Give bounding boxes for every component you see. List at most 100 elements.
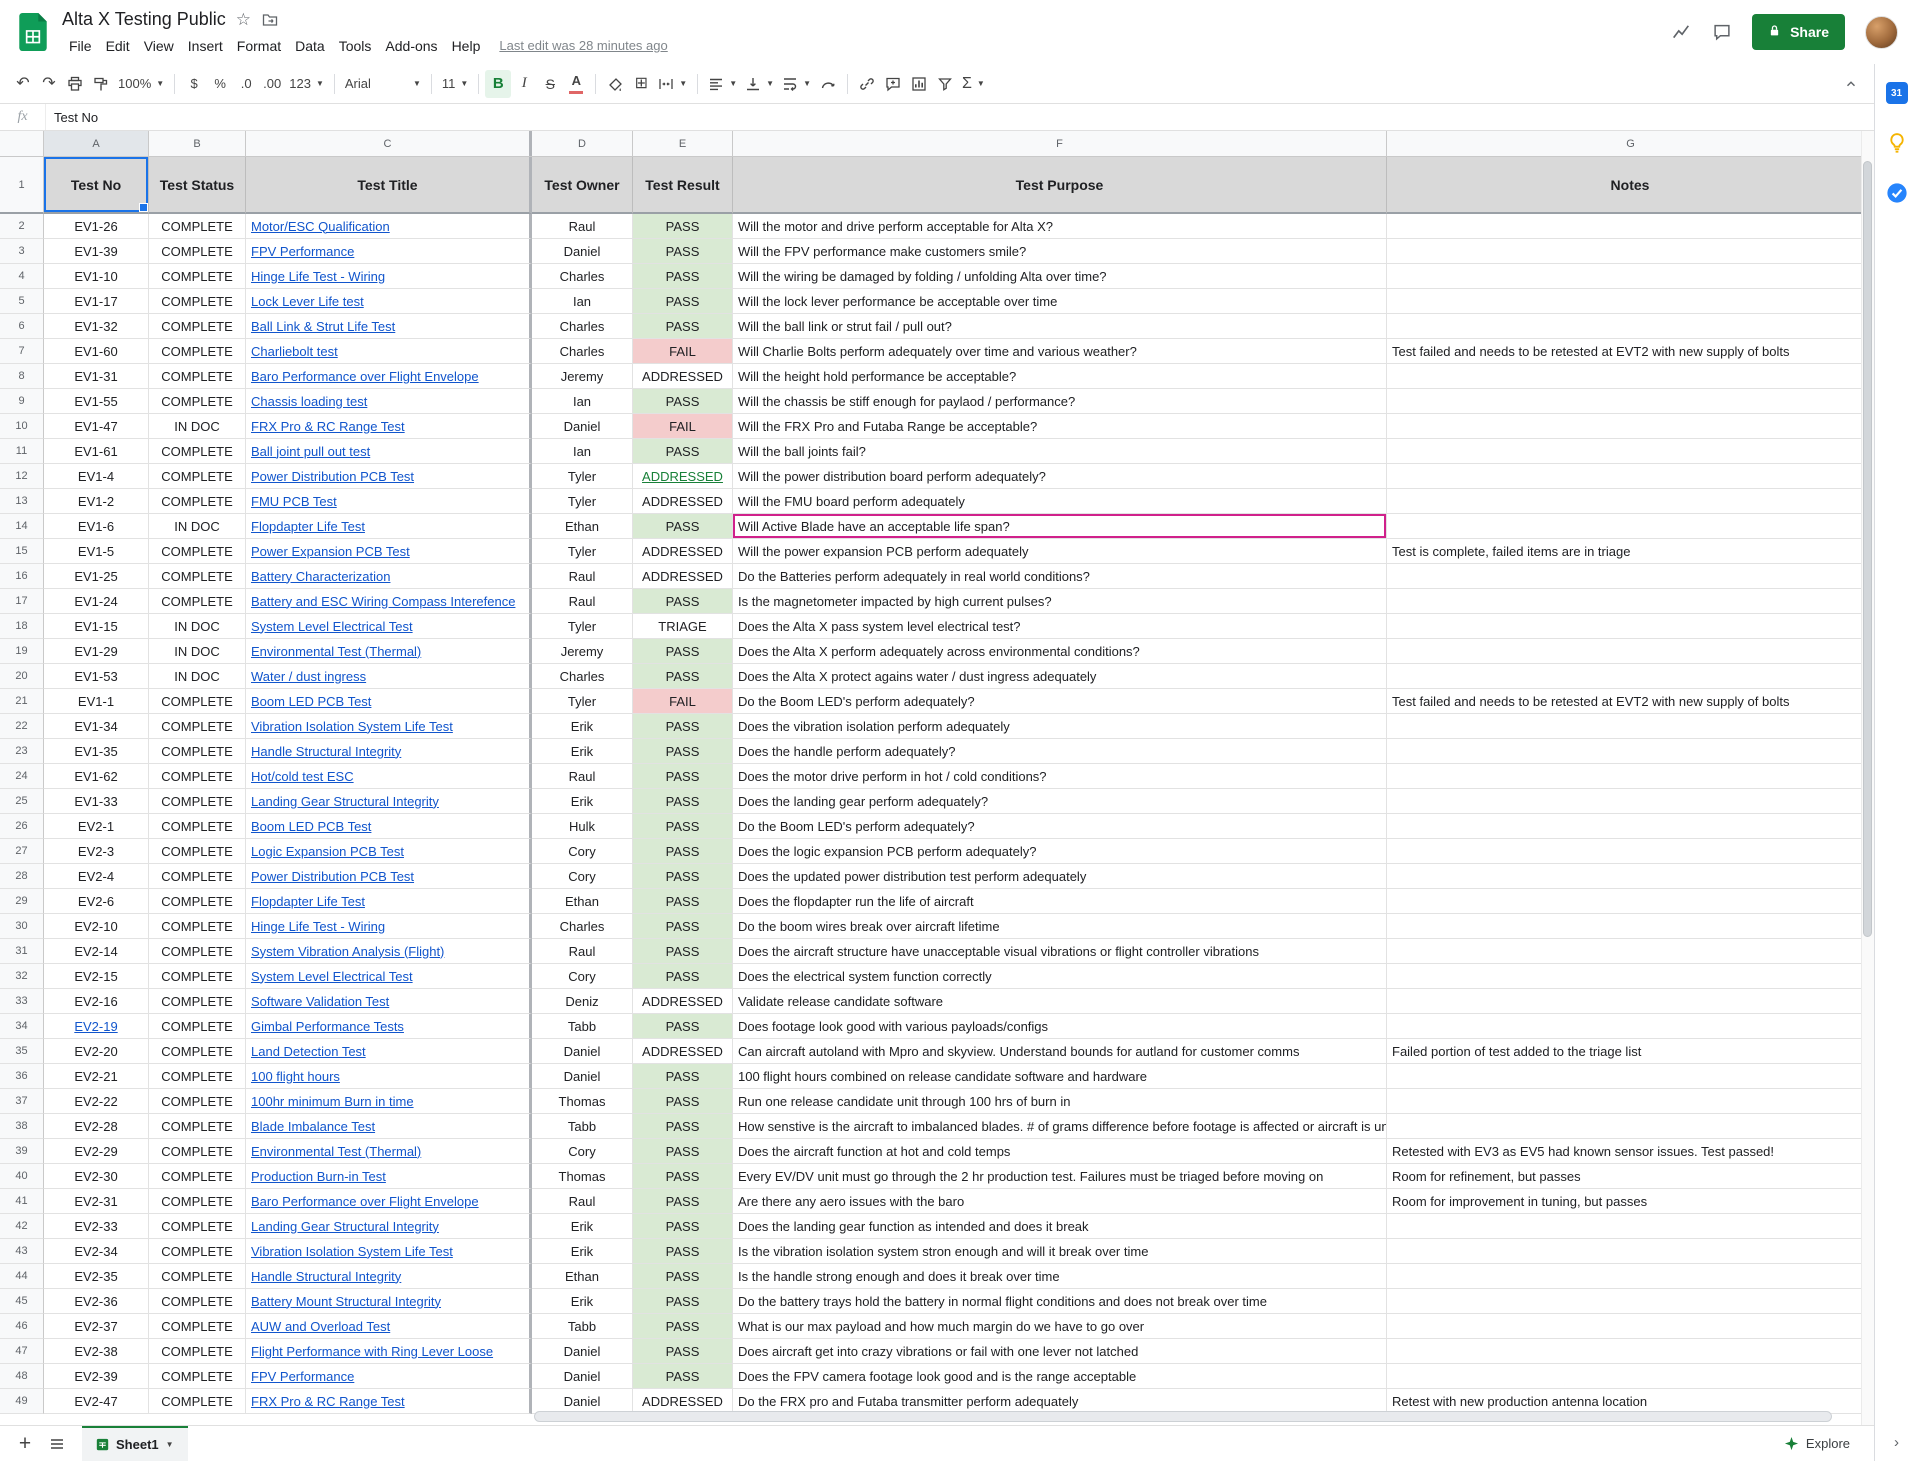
row-number[interactable]: 16 <box>0 564 44 589</box>
test-title-link[interactable]: Motor/ESC Qualification <box>251 219 390 234</box>
cell-test-status[interactable]: IN DOC <box>149 614 246 639</box>
format-percent-button[interactable]: % <box>207 70 233 98</box>
cell-test-purpose[interactable]: Does footage look good with various payl… <box>733 1014 1387 1039</box>
cell-test-owner[interactable]: Raul <box>532 764 633 789</box>
vertical-align-button[interactable]: ▼ <box>741 70 778 98</box>
row-number[interactable]: 37 <box>0 1089 44 1114</box>
cell-test-status[interactable]: COMPLETE <box>149 564 246 589</box>
redo-button[interactable]: ↷ <box>36 70 62 98</box>
cell-test-status[interactable]: COMPLETE <box>149 1289 246 1314</box>
cell-test-purpose[interactable]: Does aircraft get into crazy vibrations … <box>733 1339 1387 1364</box>
test-title-link[interactable]: Flopdapter Life Test <box>251 519 365 534</box>
font-size-select[interactable]: 11▼ <box>438 70 472 98</box>
cell-test-result[interactable]: PASS <box>633 889 733 914</box>
cell-test-purpose[interactable]: Do the boom wires break over aircraft li… <box>733 914 1387 939</box>
cell-notes[interactable] <box>1387 1064 1874 1089</box>
cell-test-no[interactable]: EV2-30 <box>44 1164 149 1189</box>
cell-test-no[interactable]: EV2-20 <box>44 1039 149 1064</box>
test-title-link[interactable]: Water / dust ingress <box>251 669 366 684</box>
borders-button[interactable]: ⊞ <box>628 70 654 98</box>
cell-test-result[interactable]: ADDRESSED <box>633 564 733 589</box>
last-edit-link[interactable]: Last edit was 28 minutes ago <box>499 38 667 53</box>
cell-test-no[interactable]: EV2-21 <box>44 1064 149 1089</box>
vertical-scrollbar[interactable] <box>1861 131 1874 1425</box>
cell-test-owner[interactable]: Tyler <box>532 689 633 714</box>
cell-test-title[interactable]: Blade Imbalance Test <box>246 1114 532 1139</box>
cell-test-result[interactable]: PASS <box>633 764 733 789</box>
move-folder-icon[interactable] <box>261 12 279 28</box>
cell-notes[interactable] <box>1387 1214 1874 1239</box>
cell-test-result[interactable]: TRIAGE <box>633 614 733 639</box>
cell-test-title[interactable]: Ball Link & Strut Life Test <box>246 314 532 339</box>
cell-test-status[interactable]: COMPLETE <box>149 814 246 839</box>
row-number[interactable]: 30 <box>0 914 44 939</box>
cell-notes[interactable] <box>1387 464 1874 489</box>
cell-test-status[interactable]: COMPLETE <box>149 739 246 764</box>
test-title-link[interactable]: FPV Performance <box>251 244 354 259</box>
cell-test-purpose[interactable]: Will the ball link or strut fail / pull … <box>733 314 1387 339</box>
cell-test-owner[interactable]: Erik <box>532 1289 633 1314</box>
cell-test-title[interactable]: Flopdapter Life Test <box>246 889 532 914</box>
cell-notes[interactable] <box>1387 264 1874 289</box>
cell-test-purpose[interactable]: Does the Alta X perform adequately acros… <box>733 639 1387 664</box>
cell-test-status[interactable]: COMPLETE <box>149 214 246 239</box>
cell-test-owner[interactable]: Tyler <box>532 614 633 639</box>
cell-test-owner[interactable]: Tyler <box>532 464 633 489</box>
row-number[interactable]: 21 <box>0 689 44 714</box>
cell-test-status[interactable]: COMPLETE <box>149 689 246 714</box>
cell-test-title[interactable]: Lock Lever Life test <box>246 289 532 314</box>
cell-notes[interactable] <box>1387 789 1874 814</box>
cell-test-status[interactable]: COMPLETE <box>149 1114 246 1139</box>
row-number[interactable]: 46 <box>0 1314 44 1339</box>
cell-test-no[interactable]: EV2-14 <box>44 939 149 964</box>
test-title-link[interactable]: Environmental Test (Thermal) <box>251 1144 421 1159</box>
cell-test-no[interactable]: EV1-26 <box>44 214 149 239</box>
row-number[interactable]: 48 <box>0 1364 44 1389</box>
test-title-link[interactable]: Boom LED PCB Test <box>251 819 371 834</box>
test-title-link[interactable]: FRX Pro & RC Range Test <box>251 419 405 434</box>
cell-test-title[interactable]: Flopdapter Life Test <box>246 514 532 539</box>
cell-notes[interactable] <box>1387 714 1874 739</box>
cell-test-no[interactable]: EV2-36 <box>44 1289 149 1314</box>
test-title-link[interactable]: FMU PCB Test <box>251 494 337 509</box>
row-number[interactable]: 15 <box>0 539 44 564</box>
cell-notes[interactable] <box>1387 214 1874 239</box>
cell-notes[interactable] <box>1387 1239 1874 1264</box>
cell-test-result[interactable]: PASS <box>633 1289 733 1314</box>
cell-test-status[interactable]: COMPLETE <box>149 539 246 564</box>
cell-test-owner[interactable]: Tabb <box>532 1114 633 1139</box>
cell-test-purpose[interactable]: Does the updated power distribution test… <box>733 864 1387 889</box>
column-header-c[interactable]: C <box>246 131 532 156</box>
cell-notes[interactable] <box>1387 839 1874 864</box>
cell-notes[interactable] <box>1387 964 1874 989</box>
test-title-link[interactable]: Software Validation Test <box>251 994 389 1009</box>
cell-test-status[interactable]: COMPLETE <box>149 964 246 989</box>
row-number[interactable]: 22 <box>0 714 44 739</box>
cell-notes[interactable] <box>1387 314 1874 339</box>
cell-test-purpose[interactable]: Does the landing gear function as intend… <box>733 1214 1387 1239</box>
share-button[interactable]: Share <box>1752 14 1845 50</box>
cell-test-purpose[interactable]: Will the height hold performance be acce… <box>733 364 1387 389</box>
cell-test-no[interactable]: EV1-17 <box>44 289 149 314</box>
test-title-link[interactable]: Gimbal Performance Tests <box>251 1019 404 1034</box>
menu-addons[interactable]: Add-ons <box>378 36 444 56</box>
cell-test-result[interactable]: PASS <box>633 1214 733 1239</box>
cell-test-purpose[interactable]: Do the Batteries perform adequately in r… <box>733 564 1387 589</box>
cell-test-title[interactable]: Landing Gear Structural Integrity <box>246 1214 532 1239</box>
text-color-button[interactable]: A <box>563 70 589 98</box>
cell-test-status[interactable]: COMPLETE <box>149 1189 246 1214</box>
calendar-icon[interactable]: 31 <box>1884 80 1910 106</box>
cell-test-result[interactable]: PASS <box>633 939 733 964</box>
row-number[interactable]: 18 <box>0 614 44 639</box>
cell-test-owner[interactable]: Charles <box>532 664 633 689</box>
cell-test-no[interactable]: EV2-47 <box>44 1389 149 1414</box>
cell-test-no[interactable]: EV2-33 <box>44 1214 149 1239</box>
cell-test-result[interactable]: PASS <box>633 514 733 539</box>
cell-notes[interactable] <box>1387 664 1874 689</box>
cell-test-result[interactable]: PASS <box>633 264 733 289</box>
filter-button[interactable] <box>932 70 958 98</box>
cell-test-status[interactable]: COMPLETE <box>149 939 246 964</box>
cell-test-status[interactable]: COMPLETE <box>149 789 246 814</box>
text-rotation-button[interactable] <box>815 70 841 98</box>
row-number[interactable]: 26 <box>0 814 44 839</box>
